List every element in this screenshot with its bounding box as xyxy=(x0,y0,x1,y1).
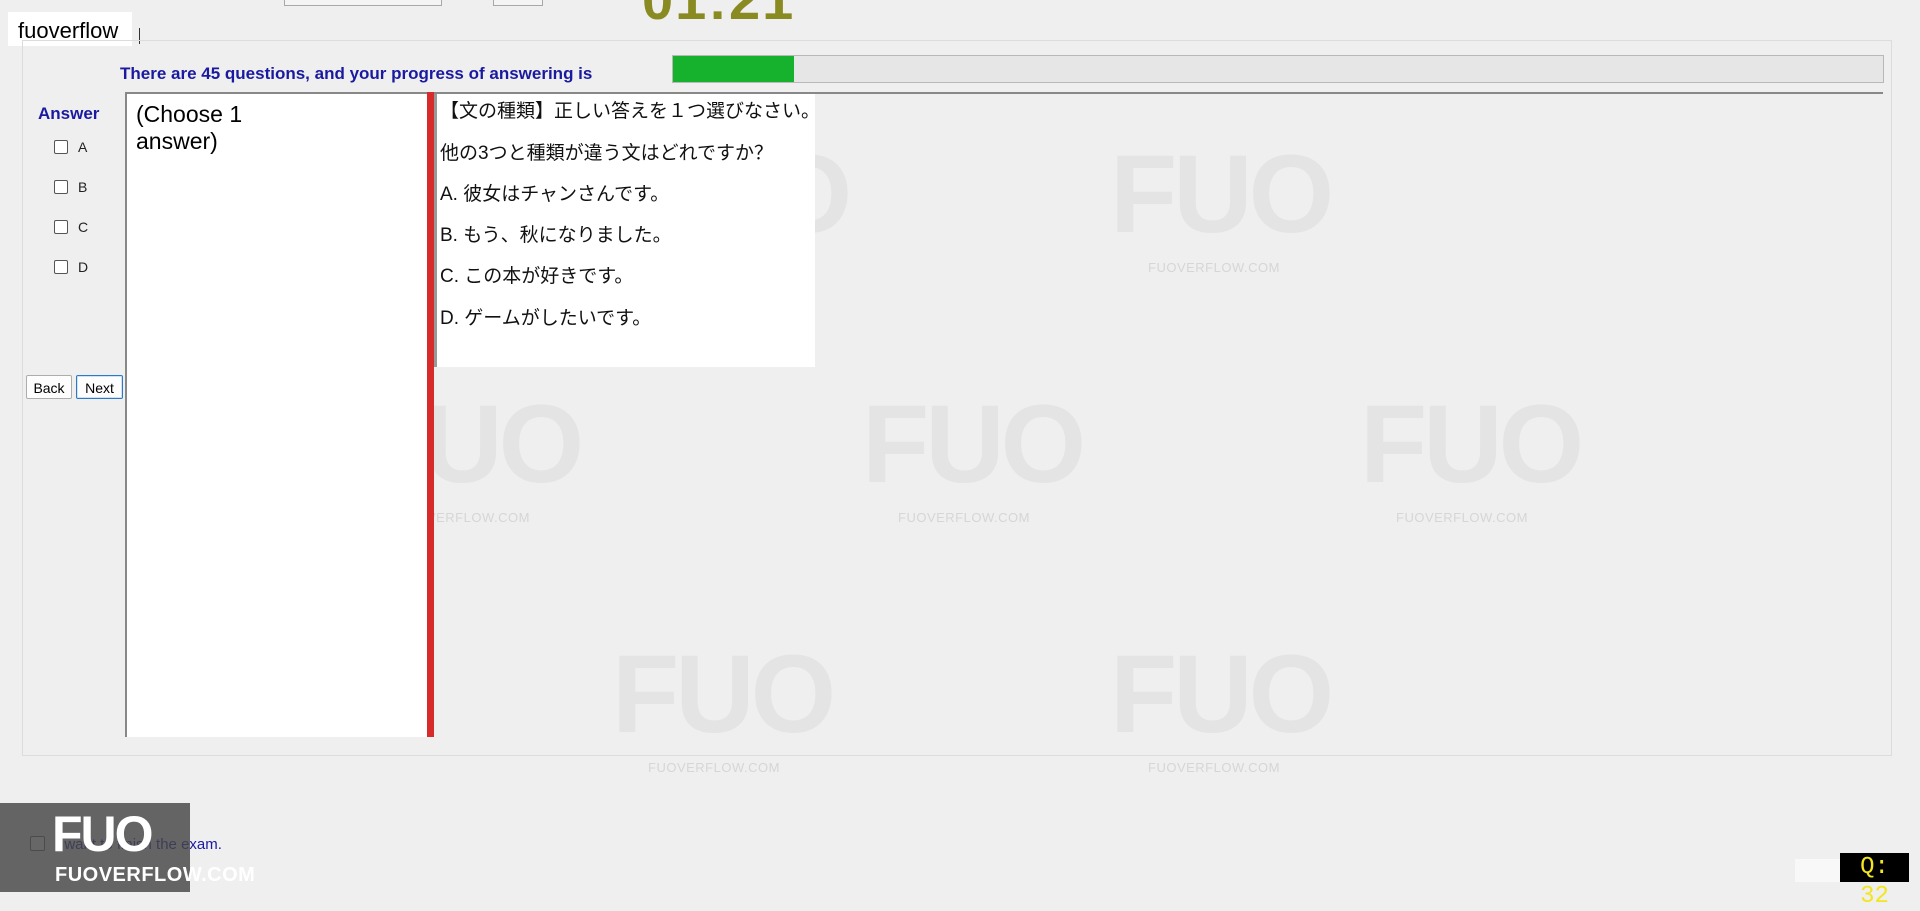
question-option-b: B. もう、秋になりました。 xyxy=(440,225,672,246)
panel-splitter[interactable] xyxy=(427,92,434,737)
answer-checkbox[interactable] xyxy=(54,140,68,154)
answer-checkbox[interactable] xyxy=(54,220,68,234)
watermark-url: FUOVERFLOW.COM xyxy=(648,760,780,775)
answer-option-label: D xyxy=(78,259,89,275)
progress-fill xyxy=(673,56,794,82)
back-button[interactable]: Back xyxy=(26,375,72,399)
question-option-c: C. この本が好きです。 xyxy=(440,266,634,287)
progress-text: There are 45 questions, and your progres… xyxy=(120,64,593,83)
logo-text: FUOVERFLOW.COM xyxy=(55,864,256,886)
answer-checkbox[interactable] xyxy=(54,260,68,274)
logo-mark: FUO xyxy=(52,806,154,862)
watermark-url: FUOVERFLOW.COM xyxy=(1148,760,1280,775)
answer-option-label: A xyxy=(78,139,88,155)
question-instruction: 【文の種類】正しい答えを１つ選びなさい。 xyxy=(440,101,821,122)
question-counter: Q: 32 xyxy=(1840,853,1909,910)
answer-option-a[interactable]: A xyxy=(54,137,87,157)
font-size-combo[interactable] xyxy=(493,0,543,6)
choose-panel xyxy=(125,92,427,737)
combo-box[interactable] xyxy=(284,0,442,6)
answer-label: Answer xyxy=(38,104,100,123)
progress-bar xyxy=(672,55,1884,83)
question-number-field xyxy=(1795,859,1840,882)
question-option-a: A. 彼女はチャンさんです。 xyxy=(440,184,670,205)
answer-option-d[interactable]: D xyxy=(54,257,88,277)
timer: 01:21 xyxy=(642,0,795,28)
answer-option-c[interactable]: C xyxy=(54,217,88,237)
choose-hint: (Choose 1 answer) xyxy=(136,101,243,154)
answer-option-label: C xyxy=(78,219,89,235)
answer-option-b[interactable]: B xyxy=(54,177,87,197)
question-option-d: D. ゲームがしたいです。 xyxy=(440,308,652,329)
answer-checkbox[interactable] xyxy=(54,180,68,194)
question-text: 他の3つと種類が違う文はどれですか？ xyxy=(440,143,773,164)
next-button[interactable]: Next xyxy=(76,375,123,399)
answer-option-label: B xyxy=(78,179,88,195)
